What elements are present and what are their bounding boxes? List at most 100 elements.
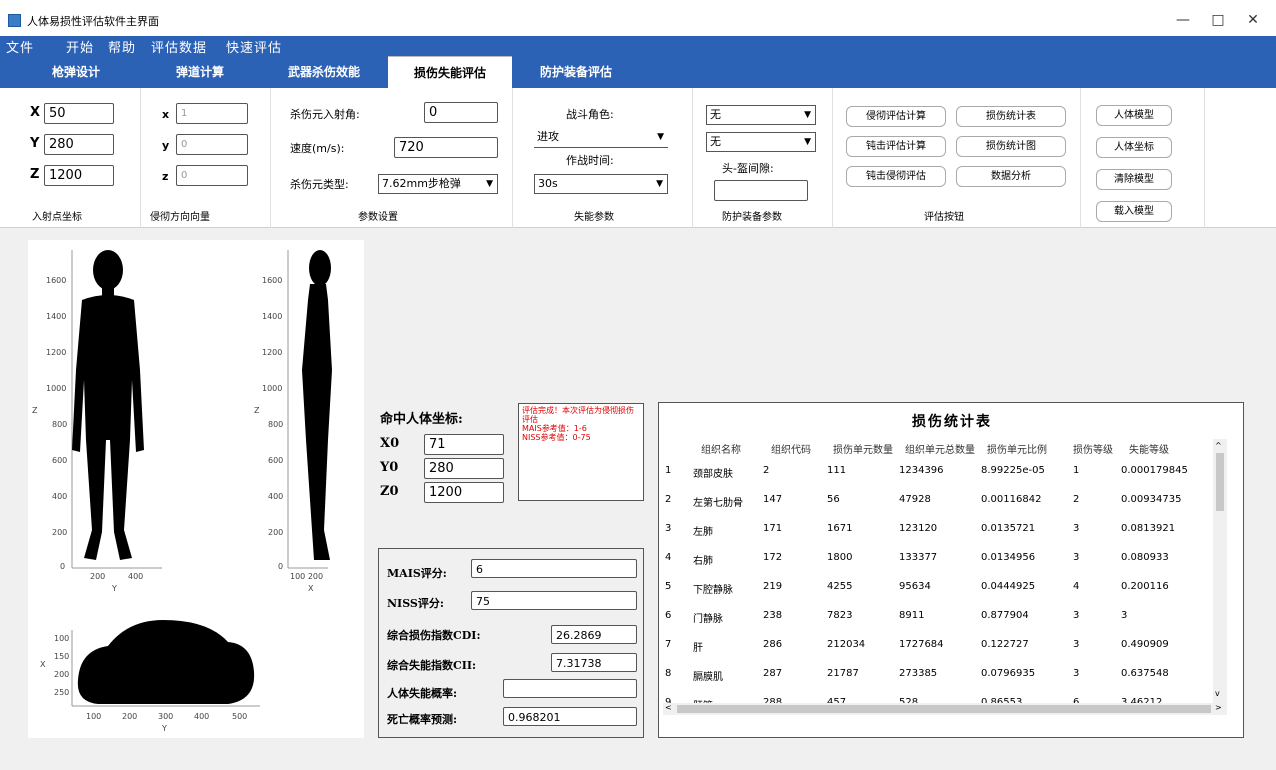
table-cell: 238 bbox=[763, 610, 783, 621]
scroll-right-icon[interactable]: > bbox=[1215, 703, 1222, 712]
table-cell: 219 bbox=[763, 581, 783, 592]
ribbon-divider bbox=[692, 88, 693, 228]
entry-x-input[interactable]: 50 bbox=[44, 103, 114, 124]
injury-chart-button[interactable]: 损伤统计图 bbox=[956, 136, 1066, 157]
table-column-header[interactable]: 失能等级 bbox=[1129, 441, 1169, 456]
niss-input[interactable]: 75 bbox=[471, 591, 637, 610]
ribbon-divider bbox=[270, 88, 271, 228]
table-cell: 1671 bbox=[827, 523, 853, 534]
scroll-left-icon[interactable]: < bbox=[665, 703, 672, 712]
dir-y-input[interactable]: 0 bbox=[176, 134, 248, 155]
scroll-thumb[interactable] bbox=[1216, 453, 1224, 511]
dir-z-input[interactable]: 0 bbox=[176, 165, 248, 186]
table-cell: 0.0796935 bbox=[981, 668, 1036, 679]
protection-select-1[interactable]: 无 ▼ bbox=[706, 105, 816, 125]
tab-ballistics[interactable]: 弹道计算 bbox=[140, 56, 260, 88]
injury-table-button[interactable]: 损伤统计表 bbox=[956, 106, 1066, 127]
horizontal-scrollbar[interactable]: < > bbox=[663, 703, 1227, 715]
table-cell: 0.200116 bbox=[1121, 581, 1169, 592]
protection-select-2[interactable]: 无 ▼ bbox=[706, 132, 816, 152]
side-ytick: 1200 bbox=[262, 348, 283, 357]
clear-model-button[interactable]: 清除模型 bbox=[1096, 169, 1172, 190]
blunt-penetration-button[interactable]: 钝击侵彻评估 bbox=[846, 166, 946, 187]
table-cell: 膈膜肌 bbox=[693, 672, 723, 683]
angle-input[interactable]: 0 bbox=[424, 102, 498, 123]
hscroll-thumb[interactable] bbox=[677, 705, 1211, 713]
cdi-input[interactable]: 26.2869 bbox=[551, 625, 637, 644]
table-cell: 门静脉 bbox=[693, 614, 723, 625]
front-ytick: 1400 bbox=[46, 312, 67, 321]
table-column-header[interactable]: 损伤单元比例 bbox=[987, 441, 1047, 456]
front-ytick: 1000 bbox=[46, 384, 67, 393]
close-button[interactable]: ✕ bbox=[1238, 8, 1268, 32]
scroll-up-icon[interactable]: ^ bbox=[1215, 441, 1222, 450]
human-model-button[interactable]: 人体模型 bbox=[1096, 105, 1172, 126]
table-cell: 0.877904 bbox=[981, 610, 1029, 621]
side-ytick: 200 bbox=[268, 528, 284, 537]
table-column-header[interactable]: 组织单元总数量 bbox=[905, 441, 975, 456]
disability-prob-input[interactable] bbox=[503, 679, 637, 698]
table-column-header[interactable]: 组织代码 bbox=[771, 441, 811, 456]
data-analysis-button[interactable]: 数据分析 bbox=[956, 166, 1066, 187]
angle-label: 杀伤元入射角: bbox=[290, 108, 360, 121]
projectile-type-select[interactable]: 7.62mm步枪弹 ▼ bbox=[378, 174, 498, 194]
hit-x0-input[interactable]: 71 bbox=[424, 434, 504, 455]
human-coords-button[interactable]: 人体坐标 bbox=[1096, 137, 1172, 158]
table-cell: 2 bbox=[1073, 494, 1080, 505]
scroll-down-icon[interactable]: v bbox=[1215, 689, 1220, 698]
death-prob-input[interactable]: 0.968201 bbox=[503, 707, 637, 726]
maximize-button[interactable]: □ bbox=[1203, 8, 1233, 32]
mais-input[interactable]: 6 bbox=[471, 559, 637, 578]
load-model-button[interactable]: 载入模型 bbox=[1096, 201, 1172, 222]
result-message: 评估完成！本次评估为侵彻损伤评估 MAIS参考值：1-6 NISS参考值：0-7… bbox=[518, 403, 644, 501]
hit-y0-input[interactable]: 280 bbox=[424, 458, 504, 479]
table-cell: 4 bbox=[1073, 581, 1080, 592]
vertical-scrollbar[interactable]: ^ v bbox=[1213, 439, 1227, 703]
injury-table[interactable]: 组织名称 组织代码 损伤单元数量 组织单元总数量 损伤单元比例 损伤等级 失能等级 1 颈部皮肤… bbox=[663, 439, 1213, 703]
params-group-label: 参数设置 bbox=[358, 212, 398, 223]
table-column-header[interactable]: 组织名称 bbox=[701, 441, 741, 456]
time-select[interactable]: 30s ▼ bbox=[534, 174, 668, 194]
hit-z0-input[interactable]: 1200 bbox=[424, 482, 504, 503]
entry-x-label: X bbox=[30, 105, 41, 120]
table-cell: 0.0135721 bbox=[981, 523, 1036, 534]
table-column-header[interactable]: 损伤单元数量 bbox=[833, 441, 893, 456]
top-xtick: 500 bbox=[232, 712, 248, 721]
helmet-gap-input[interactable] bbox=[714, 180, 808, 201]
table-column-header[interactable]: 损伤等级 bbox=[1073, 441, 1113, 456]
table-cell: 47928 bbox=[899, 494, 931, 505]
tab-weapon-lethality[interactable]: 武器杀伤效能 bbox=[264, 56, 384, 88]
table-row[interactable] bbox=[663, 600, 1213, 629]
penetration-eval-button[interactable]: 侵彻评估计算 bbox=[846, 106, 946, 127]
protection-select-1-value: 无 bbox=[710, 108, 721, 121]
chevron-down-icon: ▼ bbox=[486, 179, 493, 189]
table-cell: 287 bbox=[763, 668, 783, 679]
side-ytick: 800 bbox=[268, 420, 284, 429]
front-ylabel: Z bbox=[32, 406, 38, 415]
entry-y-input[interactable]: 280 bbox=[44, 134, 114, 155]
tab-injury-assessment[interactable]: 损伤失能评估 bbox=[388, 56, 512, 88]
ribbon-divider bbox=[140, 88, 141, 228]
table-cell: 123120 bbox=[899, 523, 938, 534]
tab-bullet-design[interactable]: 枪弹设计 bbox=[16, 56, 136, 88]
table-cell: 0.080933 bbox=[1121, 552, 1169, 563]
front-ytick: 200 bbox=[52, 528, 68, 537]
table-cell: 133377 bbox=[899, 552, 938, 563]
dir-x-input[interactable]: 1 bbox=[176, 103, 248, 124]
score-panel: MAIS评分: 6 NISS评分: 75 综合损伤指数CDI: 26.2869 … bbox=[378, 548, 644, 738]
projectile-type-label: 杀伤元类型: bbox=[290, 178, 349, 191]
table-cell: 1234396 bbox=[899, 465, 944, 476]
blunt-eval-button[interactable]: 钝击评估计算 bbox=[846, 136, 946, 157]
cii-input[interactable]: 7.31738 bbox=[551, 653, 637, 672]
entry-z-input[interactable]: 1200 bbox=[44, 165, 114, 186]
niss-label: NISS评分: bbox=[387, 597, 444, 610]
role-select[interactable]: 进攻 ▼ bbox=[534, 128, 668, 148]
tab-protection-assessment[interactable]: 防护装备评估 bbox=[516, 56, 636, 88]
minimize-button[interactable]: — bbox=[1168, 8, 1198, 32]
table-cell: 286 bbox=[763, 639, 783, 650]
table-cell: 21787 bbox=[827, 668, 859, 679]
speed-input[interactable]: 720 bbox=[394, 137, 498, 158]
chevron-down-icon: ▼ bbox=[804, 137, 811, 147]
table-cell: 4255 bbox=[827, 581, 853, 592]
table-cell: 147 bbox=[763, 494, 783, 505]
